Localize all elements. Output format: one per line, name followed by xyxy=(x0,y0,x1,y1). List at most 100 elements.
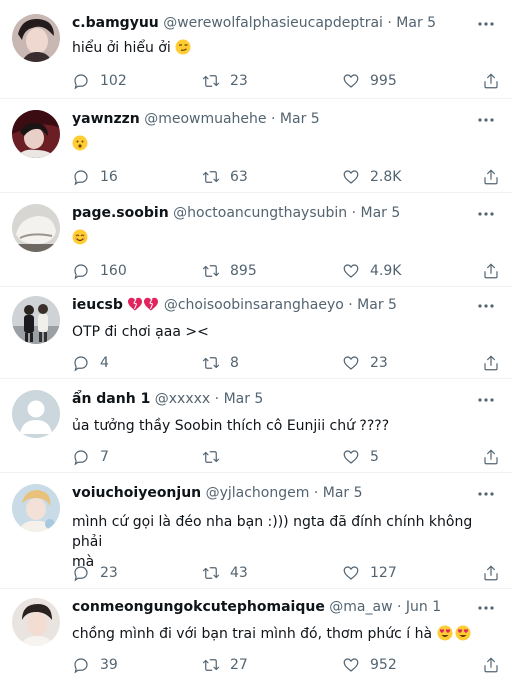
like-button[interactable]: 995 xyxy=(342,71,397,91)
separator-dot: · xyxy=(348,297,353,313)
retweet-count: 23 xyxy=(230,73,248,89)
reply-button[interactable]: 23 xyxy=(72,563,118,583)
username[interactable]: @yjlachongem xyxy=(206,485,310,501)
retweet-button[interactable]: 895 xyxy=(202,261,257,281)
tweet-date[interactable]: Mar 5 xyxy=(224,391,264,407)
reply-icon xyxy=(74,566,88,582)
like-count: 5 xyxy=(370,449,379,465)
separator-dot: · xyxy=(387,15,392,31)
tweet-text: chồng mình đi với bạn trai mình đó, thơm… xyxy=(72,624,492,644)
tweet-date[interactable]: Mar 5 xyxy=(280,111,320,127)
reply-button[interactable]: 7 xyxy=(72,447,109,467)
more-options-icon[interactable] xyxy=(476,598,496,618)
avatar[interactable] xyxy=(12,110,60,158)
tweet[interactable]: yawnzzn @meowmuahehe · Mar 5 16 63 2.8K xyxy=(0,98,512,192)
heart-icon xyxy=(343,658,359,672)
display-name[interactable]: c.bamgyuu xyxy=(72,15,159,31)
share-button[interactable] xyxy=(482,167,500,187)
tweet-actions: 23 43 127 xyxy=(72,563,502,583)
tweet-date[interactable]: Mar 5 xyxy=(357,297,397,313)
like-button[interactable]: 952 xyxy=(342,655,397,675)
reply-icon xyxy=(74,74,88,90)
username[interactable]: @xxxxx xyxy=(155,391,210,407)
display-name[interactable]: yawnzzn xyxy=(72,111,140,127)
share-button[interactable] xyxy=(482,71,500,91)
share-icon xyxy=(484,169,498,185)
tweet[interactable]: voiuchoiyeonjun @yjlachongem · Mar 5 mìn… xyxy=(0,472,512,588)
heart-eyes-emoji xyxy=(455,625,471,641)
tweet-date[interactable]: Mar 5 xyxy=(361,205,401,221)
share-button[interactable] xyxy=(482,655,500,675)
tweet-date[interactable]: Mar 5 xyxy=(396,15,436,31)
like-button[interactable]: 5 xyxy=(342,447,379,467)
display-name[interactable]: ieucsb xyxy=(72,297,123,313)
reply-button[interactable]: 16 xyxy=(72,167,118,187)
retweet-button[interactable]: 63 xyxy=(202,167,248,187)
retweet-button[interactable]: 23 xyxy=(202,71,248,91)
username[interactable]: @werewolfalphasieucapdeptrai xyxy=(163,15,383,31)
tweet[interactable]: page.soobin @hoctoancungthaysubin · Mar … xyxy=(0,192,512,286)
display-name[interactable]: page.soobin xyxy=(72,205,169,221)
smile-emoji xyxy=(72,229,88,245)
like-button[interactable]: 23 xyxy=(342,353,388,373)
tweet-actions: 4 8 23 xyxy=(72,353,502,373)
share-button[interactable] xyxy=(482,563,500,583)
retweet-button[interactable]: 8 xyxy=(202,353,239,373)
more-options-icon[interactable] xyxy=(476,390,496,410)
tweet-text-line: mình cứ gọi là đéo nha bạn :))) ngta đã … xyxy=(72,514,473,550)
username[interactable]: @ma_aw xyxy=(329,599,392,615)
more-options-icon[interactable] xyxy=(476,484,496,504)
like-button[interactable]: 2.8K xyxy=(342,167,401,187)
like-button[interactable]: 127 xyxy=(342,563,397,583)
tweet-date[interactable]: Jun 1 xyxy=(406,599,441,615)
avatar[interactable] xyxy=(12,598,60,646)
reply-button[interactable]: 160 xyxy=(72,261,127,281)
like-count: 4.9K xyxy=(370,263,402,279)
pouting-emoji xyxy=(72,135,88,151)
reply-button[interactable]: 39 xyxy=(72,655,118,675)
share-button[interactable] xyxy=(482,261,500,281)
display-name[interactable]: ẩn danh 1 xyxy=(72,391,150,407)
reply-button[interactable]: 4 xyxy=(72,353,109,373)
retweet-button[interactable]: 27 xyxy=(202,655,248,675)
tweet-text-content: chồng mình đi với bạn trai mình đó, thơm… xyxy=(72,626,433,642)
retweet-count: 8 xyxy=(230,355,239,371)
more-options-icon[interactable] xyxy=(476,110,496,130)
like-button[interactable]: 4.9K xyxy=(342,261,401,281)
separator-dot: · xyxy=(271,111,276,127)
share-button[interactable] xyxy=(482,353,500,373)
reply-button[interactable]: 102 xyxy=(72,71,127,91)
tweet[interactable]: ẩn danh 1 @xxxxx · Mar 5 ủa tưởng thầy S… xyxy=(0,378,512,472)
retweet-count: 43 xyxy=(230,565,248,581)
retweet-button[interactable] xyxy=(202,447,230,467)
display-name[interactable]: voiuchoiyeonjun xyxy=(72,485,201,501)
avatar[interactable] xyxy=(12,390,60,438)
like-count: 23 xyxy=(370,355,388,371)
tweet[interactable]: c.bamgyuu @werewolfalphasieucapdeptrai ·… xyxy=(0,0,512,98)
tweet-header: ẩn danh 1 @xxxxx · Mar 5 xyxy=(72,390,263,408)
avatar[interactable] xyxy=(12,14,60,62)
heart-eyes-emoji xyxy=(437,625,453,641)
more-options-icon[interactable] xyxy=(476,14,496,34)
tweet-date[interactable]: Mar 5 xyxy=(323,485,363,501)
avatar[interactable] xyxy=(12,296,60,344)
heart-emoji xyxy=(127,296,143,312)
more-options-icon[interactable] xyxy=(476,296,496,316)
tweet[interactable]: ieucsb @choisoobinsaranghaeyo · Mar 5 OT… xyxy=(0,286,512,378)
username[interactable]: @meowmuahehe xyxy=(144,111,266,127)
avatar[interactable] xyxy=(12,204,60,252)
tweet-header: voiuchoiyeonjun @yjlachongem · Mar 5 xyxy=(72,484,363,502)
reply-count: 39 xyxy=(100,657,118,673)
more-options-icon[interactable] xyxy=(476,204,496,224)
tweet-header: yawnzzn @meowmuahehe · Mar 5 xyxy=(72,110,320,128)
avatar[interactable] xyxy=(12,484,60,532)
share-button[interactable] xyxy=(482,447,500,467)
share-icon xyxy=(484,449,498,465)
username[interactable]: @hoctoancungthaysubin xyxy=(173,205,347,221)
heart-icon xyxy=(343,450,359,464)
tweet[interactable]: conmeongungokcutephomaique @ma_aw · Jun … xyxy=(0,588,512,686)
display-name[interactable]: conmeongungokcutephomaique xyxy=(72,599,325,615)
retweet-icon xyxy=(202,357,220,369)
retweet-button[interactable]: 43 xyxy=(202,563,248,583)
username[interactable]: @choisoobinsaranghaeyo xyxy=(164,297,344,313)
